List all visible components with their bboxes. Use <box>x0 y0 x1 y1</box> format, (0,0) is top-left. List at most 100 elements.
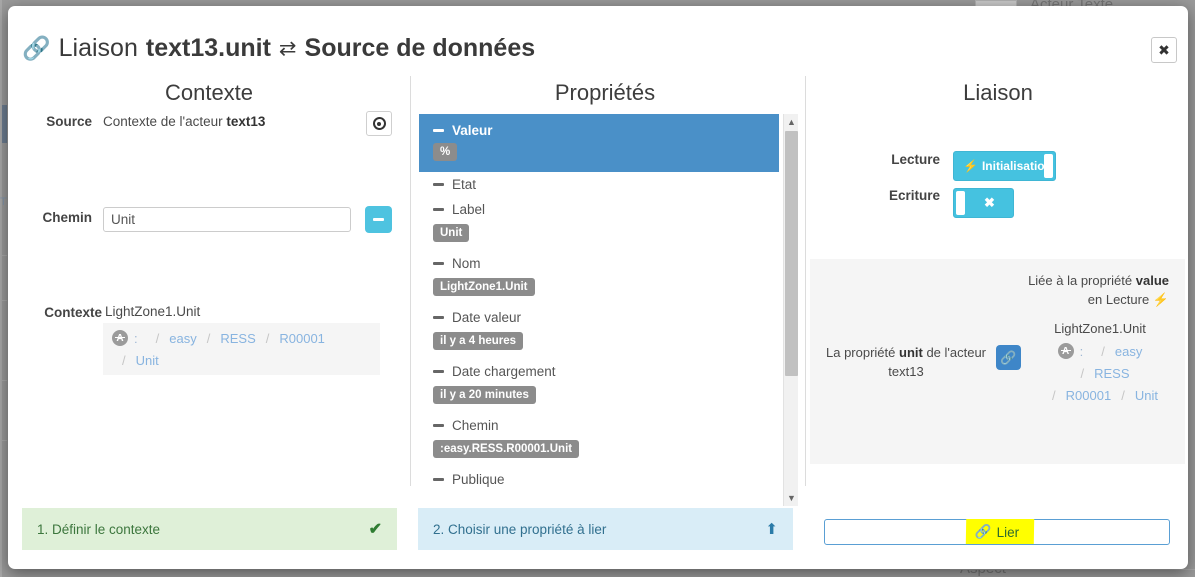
breadcrumb-item-unit[interactable]: Unit <box>1135 388 1158 403</box>
lier-button[interactable]: 🔗 Lier <box>824 519 1170 545</box>
summary-line-1: Liée à la propriété value <box>826 271 1169 290</box>
target-icon <box>372 117 386 130</box>
chemin-remove-button[interactable] <box>365 206 392 233</box>
property-item-chemin[interactable]: Chemin :easy.RESS.R00001.Unit <box>419 413 779 467</box>
property-name: Label <box>419 197 779 222</box>
breadcrumb-separator: / <box>1080 366 1085 381</box>
breadcrumb-item-ress[interactable]: RESS <box>1094 366 1129 381</box>
source-label: Source <box>46 114 92 129</box>
breadcrumb-separator: / <box>122 352 126 368</box>
property-name: Publique <box>419 467 779 492</box>
caret-down-icon[interactable]: ▼ <box>784 490 799 506</box>
column-divider <box>805 76 806 486</box>
lecture-toggle[interactable]: ⚡ Initialisation <box>953 151 1056 181</box>
property-value-badge: LightZone1.Unit <box>433 278 535 296</box>
breadcrumb-item-ress[interactable]: RESS <box>220 331 255 346</box>
step-2-label: 2. Choisir une propriété à lier <box>433 521 607 537</box>
breadcrumb-separator: / <box>1052 388 1056 403</box>
breadcrumb-item-easy[interactable]: easy <box>169 331 196 346</box>
contexte-label: Contexte <box>44 305 102 320</box>
backdrop-divider <box>950 569 1195 570</box>
toggle-knob <box>1044 154 1053 178</box>
step-1-label: 1. Définir le contexte <box>37 521 161 537</box>
liaison-dialog: 🔗 Liaison text13.unit ⇄ Source de donnée… <box>8 6 1188 569</box>
property-label: Etat <box>452 177 477 192</box>
property-item-label[interactable]: Label Unit <box>419 197 779 251</box>
property-item-valeur[interactable]: Valeur % <box>419 114 779 172</box>
property-item-date-chargement[interactable]: Date chargement il y a 20 minutes <box>419 359 779 413</box>
breadcrumb-separator: / <box>1121 388 1125 403</box>
source-target-button[interactable] <box>366 111 392 136</box>
property-item-etat[interactable]: Etat <box>419 172 779 197</box>
lier-button-content: 🔗 Lier <box>965 519 1035 544</box>
source-value-actor: text13 <box>226 114 266 129</box>
ecriture-label: Ecriture <box>888 188 940 203</box>
actor-badge-icon: A <box>112 330 128 347</box>
minus-icon <box>373 218 384 221</box>
property-name: Chemin <box>419 413 779 438</box>
breadcrumb-item-unit[interactable]: Unit <box>136 353 159 368</box>
summary-left-property: unit <box>899 345 923 360</box>
summary-body: La propriété unit de l'acteur text13 🔗 L… <box>826 321 1169 410</box>
property-label: Date chargement <box>452 364 556 379</box>
property-value-badge: il y a 20 minutes <box>433 386 536 404</box>
summary-context-title: LightZone1.Unit <box>1054 321 1146 336</box>
column-divider <box>410 76 411 486</box>
title-source: Source de données <box>304 34 536 62</box>
step-1-footer[interactable]: 1. Définir le contexte ✔ <box>22 508 397 550</box>
source-value: Contexte de l'acteur text13 <box>103 114 265 129</box>
chemin-label: Chemin <box>42 210 92 225</box>
close-button[interactable]: ✖ <box>1151 37 1177 63</box>
bolt-icon: ⚡ <box>963 159 978 173</box>
source-value-prefix: Contexte de l'acteur <box>103 114 227 129</box>
ecriture-toggle[interactable]: ✖ <box>953 188 1014 218</box>
dash-icon <box>433 370 444 373</box>
breadcrumb-separator: / <box>206 330 211 346</box>
lecture-toggle-text: Initialisation <box>981 159 1052 173</box>
backdrop-divider <box>0 440 7 441</box>
summary-header: Liée à la propriété value en Lecture ⚡ <box>826 271 1169 309</box>
scrollbar-thumb[interactable] <box>785 131 798 376</box>
arrow-up-icon: ⬆ <box>765 521 778 538</box>
property-item-date-valeur[interactable]: Date valeur il y a 4 heures <box>419 305 779 359</box>
breadcrumb-separator: / <box>155 330 160 346</box>
property-value-badge: :easy.RESS.R00001.Unit <box>433 440 580 458</box>
link-icon[interactable]: 🔗 <box>996 345 1021 370</box>
breadcrumb: A : / easy / RESS / R00001 / Unit <box>103 323 380 375</box>
summary-breadcrumb-row-3: / R00001 / Unit <box>1031 388 1169 403</box>
column-header-contexte: Contexte <box>164 80 254 105</box>
backdrop-sidebar-item <box>2 105 7 143</box>
property-name: Date chargement <box>419 359 779 384</box>
dash-icon <box>433 129 444 132</box>
caret-up-icon[interactable]: ▲ <box>784 114 799 130</box>
summary-line-1-prefix: Liée à la propriété <box>1028 273 1136 288</box>
liaison-summary-panel: Liée à la propriété value en Lecture ⚡ L… <box>810 259 1185 464</box>
dash-icon <box>433 183 444 186</box>
property-name: Etat <box>419 172 779 197</box>
summary-line-2: en Lecture ⚡ <box>1087 292 1169 307</box>
breadcrumb-separator: / <box>265 330 270 346</box>
properties-scrollbar[interactable]: ▲ ▼ <box>783 114 798 506</box>
breadcrumb-separator: / <box>1101 343 1105 359</box>
property-label: Valeur <box>452 123 493 138</box>
chemin-input[interactable] <box>103 207 351 232</box>
ecriture-toggle-text: ✖ <box>984 195 995 210</box>
page-title: 🔗 Liaison text13.unit ⇄ Source de donnée… <box>22 34 535 63</box>
dash-icon <box>433 478 444 481</box>
column-header-liaison: Liaison <box>963 80 1033 105</box>
step-2-footer[interactable]: 2. Choisir une propriété à lier ⬆ <box>418 508 793 550</box>
properties-list[interactable]: Valeur % Etat Label Unit Nom LightZone1.… <box>419 114 779 506</box>
link-icon: 🔗 <box>22 35 51 61</box>
toggle-knob <box>956 191 965 215</box>
backdrop-edge-line <box>0 0 2 577</box>
property-item-nom[interactable]: Nom LightZone1.Unit <box>419 251 779 305</box>
breadcrumb-item-r00001[interactable]: R00001 <box>1066 388 1112 403</box>
breadcrumb-row-2: / Unit <box>112 353 371 368</box>
summary-left-prefix: La propriété <box>826 345 899 360</box>
summary-breadcrumb-row-1: A : / easy <box>1031 343 1169 359</box>
exchange-arrows-icon: ⇄ <box>278 37 297 60</box>
breadcrumb-item-easy[interactable]: easy <box>1115 344 1142 359</box>
property-item-publique[interactable]: Publique <box>419 467 779 492</box>
breadcrumb-item-r00001[interactable]: R00001 <box>279 331 325 346</box>
property-value-badge: il y a 4 heures <box>433 332 524 350</box>
